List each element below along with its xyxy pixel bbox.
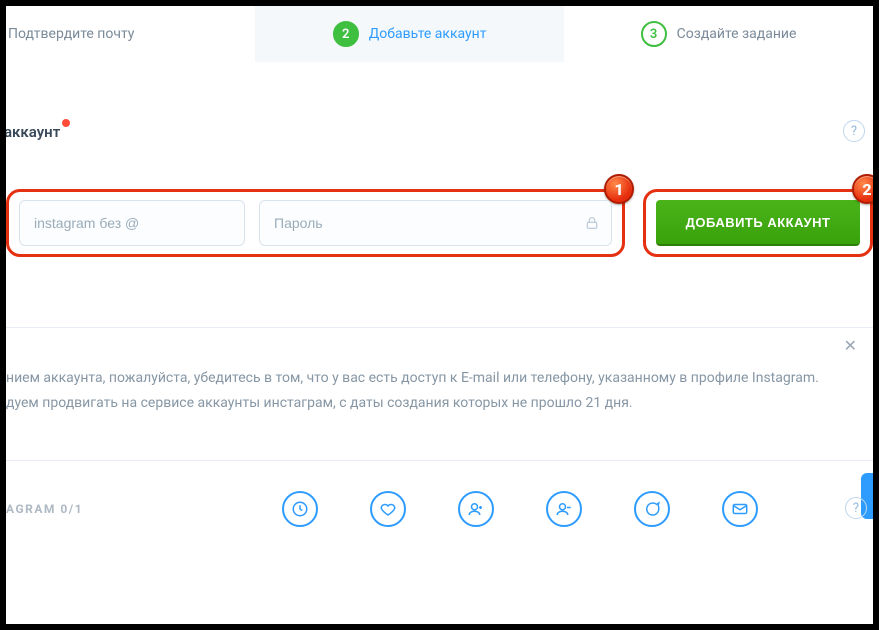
clock-icon[interactable] bbox=[282, 491, 318, 527]
step-label: Подтвердите почту bbox=[8, 26, 134, 42]
help-icon[interactable]: ? bbox=[843, 120, 865, 142]
credentials-group: 1 bbox=[6, 189, 625, 257]
onboarding-stepper: Подтвердите почту 2 Добавьте аккаунт 3 С… bbox=[6, 6, 873, 62]
add-account-button[interactable]: ДОБАВИТЬ АККАУНТ bbox=[656, 200, 860, 246]
instagram-login-input[interactable] bbox=[19, 200, 245, 246]
step-add-account[interactable]: 2 Добавьте аккаунт bbox=[255, 6, 564, 62]
close-icon[interactable]: ✕ bbox=[844, 332, 857, 361]
step-number-icon: 2 bbox=[333, 21, 359, 47]
mail-icon[interactable] bbox=[722, 491, 758, 527]
step-number-icon: 3 bbox=[641, 21, 667, 47]
footer-counter: AGRAM 0/1 bbox=[6, 502, 83, 516]
info-notice: ✕ нием аккаунта, пожалуйста, убедитесь в… bbox=[6, 328, 873, 426]
attention-dot-icon bbox=[62, 119, 70, 127]
notice-line: дуем продвигать на сервисе аккаунты инст… bbox=[6, 391, 845, 416]
lock-icon bbox=[584, 215, 600, 231]
divider bbox=[6, 460, 873, 461]
step-label: Создайте задание bbox=[677, 26, 797, 42]
user-remove-icon[interactable] bbox=[546, 491, 582, 527]
step-create-task[interactable]: 3 Создайте задание bbox=[564, 6, 873, 62]
instagram-password-input[interactable] bbox=[259, 200, 612, 246]
comment-icon[interactable] bbox=[634, 491, 670, 527]
section-title: аккаунт bbox=[6, 123, 60, 141]
step-confirm-email[interactable]: Подтвердите почту bbox=[6, 6, 255, 62]
add-account-group: 2 ДОБАВИТЬ АККАУНТ bbox=[643, 189, 873, 257]
user-add-icon[interactable] bbox=[458, 491, 494, 527]
heart-icon[interactable] bbox=[370, 491, 406, 527]
footer-bar: AGRAM 0/1 ? bbox=[6, 481, 873, 537]
step-label: Добавьте аккаунт bbox=[369, 26, 487, 42]
notice-line: нием аккаунта, пожалуйста, убедитесь в т… bbox=[6, 366, 845, 391]
